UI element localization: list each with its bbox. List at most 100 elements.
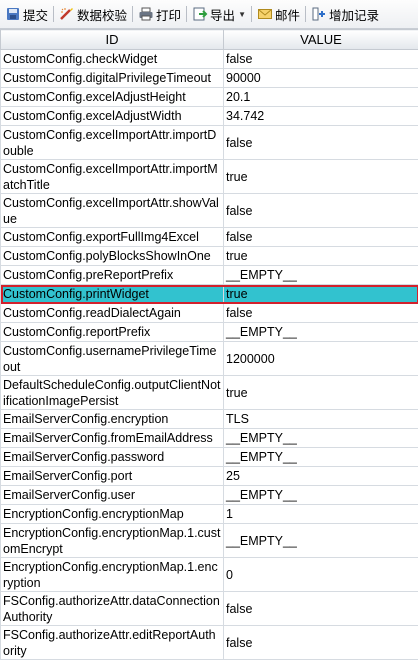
print-label: 打印 [156,8,182,23]
toolbar: 提交 数据校验 打印 导出 ▼ 邮件 增加记录 [0,0,418,29]
table-row[interactable]: EncryptionConfig.encryptionMap.1.encrypt… [0,557,418,592]
table-row[interactable]: CustomConfig.checkWidget false [0,49,418,69]
cell-value[interactable]: false [223,49,418,69]
table-row[interactable]: CustomConfig.excelImportAttr.importMatch… [0,159,418,194]
cell-id[interactable]: EncryptionConfig.encryptionMap.1.customE… [0,523,224,558]
table-row[interactable]: CustomConfig.digitalPrivilegeTimeout 9000… [0,68,418,88]
export-button[interactable]: 导出 ▼ [189,3,249,25]
table-row[interactable]: EncryptionConfig.encryptionMap.1.customE… [0,523,418,558]
cell-value[interactable]: __EMPTY__ [223,485,418,505]
toolbar-separator [132,6,134,22]
cell-value[interactable]: 1 [223,504,418,524]
cell-id[interactable]: DefaultScheduleConfig.outputClientNotifi… [0,375,224,410]
cell-value[interactable]: 1200000 [223,341,418,376]
table-row[interactable]: EmailServerConfig.port 25 [0,466,418,486]
cell-id[interactable]: CustomConfig.reportPrefix [0,322,224,342]
cell-id[interactable]: EncryptionConfig.encryptionMap.1.encrypt… [0,557,224,592]
cell-value[interactable]: false [223,625,418,660]
cell-value[interactable]: __EMPTY__ [223,265,418,285]
table-row[interactable]: CustomConfig.excelAdjustHeight 20.1 [0,87,418,107]
cell-id[interactable]: FSConfig.authorizeAttr.editReportAuthori… [0,625,224,660]
cell-value[interactable]: 90000 [223,68,418,88]
table-row[interactable]: EmailServerConfig.fromEmailAddress __EMPT… [0,428,418,448]
cell-value[interactable]: 25 [223,466,418,486]
submit-button[interactable]: 提交 [2,3,51,25]
table-row[interactable]: CustomConfig.usernamePrivilegeTimeout 120… [0,341,418,376]
validate-icon [59,6,75,22]
table-row[interactable]: FSConfig.authorizeAttr.dataConnectionAut… [0,591,418,626]
submit-icon [5,6,21,22]
cell-id[interactable]: EmailServerConfig.user [0,485,224,505]
cell-value[interactable]: false [223,303,418,323]
table-row[interactable]: CustomConfig.polyBlocksShowInOne true [0,246,418,266]
cell-id[interactable]: CustomConfig.printWidget [0,284,224,304]
table-row[interactable]: DefaultScheduleConfig.outputClientNotifi… [0,375,418,410]
cell-value[interactable]: true [223,284,418,304]
validate-button[interactable]: 数据校验 [56,3,130,25]
cell-id[interactable]: CustomConfig.usernamePrivilegeTimeout [0,341,224,376]
print-button[interactable]: 打印 [135,3,184,25]
cell-value[interactable]: 0 [223,557,418,592]
cell-id[interactable]: CustomConfig.polyBlocksShowInOne [0,246,224,266]
cell-value[interactable]: 34.742 [223,106,418,126]
toolbar-separator [53,6,55,22]
validate-label: 数据校验 [77,8,128,23]
cell-id[interactable]: CustomConfig.excelImportAttr.showValue [0,193,224,228]
table-row[interactable]: CustomConfig.reportPrefix __EMPTY__ [0,322,418,342]
table-row[interactable]: EmailServerConfig.user __EMPTY__ [0,485,418,505]
add-record-button[interactable]: 增加记录 [308,3,382,25]
table-row[interactable]: CustomConfig.excelImportAttr.showValue fa… [0,193,418,228]
table-row[interactable]: CustomConfig.excelAdjustWidth 34.742 [0,106,418,126]
cell-id[interactable]: CustomConfig.readDialectAgain [0,303,224,323]
cell-value[interactable]: __EMPTY__ [223,428,418,448]
toolbar-separator [250,6,252,22]
cell-value[interactable]: __EMPTY__ [223,523,418,558]
cell-value[interactable]: false [223,227,418,247]
cell-value[interactable]: true [223,159,418,194]
cell-value[interactable]: false [223,125,418,160]
table-row[interactable]: EncryptionConfig.encryptionMap 1 [0,504,418,524]
cell-id[interactable]: EmailServerConfig.port [0,466,224,486]
export-label: 导出 [210,8,236,23]
cell-id[interactable]: CustomConfig.excelImportAttr.importDoubl… [0,125,224,160]
cell-id[interactable]: CustomConfig.preReportPrefix [0,265,224,285]
table-row[interactable]: EmailServerConfig.encryption TLS [0,409,418,429]
table-row[interactable]: CustomConfig.excelImportAttr.importDoubl… [0,125,418,160]
cell-id[interactable]: EmailServerConfig.fromEmailAddress [0,428,224,448]
cell-value[interactable]: TLS [223,409,418,429]
cell-id[interactable]: EmailServerConfig.password [0,447,224,467]
column-header-id[interactable]: ID [0,29,224,50]
table-row[interactable]: EmailServerConfig.password __EMPTY__ [0,447,418,467]
cell-id[interactable]: EmailServerConfig.encryption [0,409,224,429]
mail-button[interactable]: 邮件 [254,3,303,25]
cell-value[interactable]: __EMPTY__ [223,322,418,342]
cell-id[interactable]: CustomConfig.excelAdjustWidth [0,106,224,126]
cell-value[interactable]: false [223,193,418,228]
cell-value[interactable]: true [223,246,418,266]
add-record-icon [311,6,327,22]
cell-id[interactable]: CustomConfig.excelImportAttr.importMatch… [0,159,224,194]
config-table: ID VALUE CustomConfig.checkWidget false Cu… [0,29,418,660]
cell-id[interactable]: CustomConfig.checkWidget [0,49,224,69]
table-row[interactable]: CustomConfig.preReportPrefix __EMPTY__ [0,265,418,285]
cell-id[interactable]: CustomConfig.excelAdjustHeight [0,87,224,107]
cell-id[interactable]: EncryptionConfig.encryptionMap [0,504,224,524]
cell-id[interactable]: CustomConfig.digitalPrivilegeTimeout [0,68,224,88]
cell-value[interactable]: false [223,591,418,626]
cell-value[interactable]: true [223,375,418,410]
table-row[interactable]: CustomConfig.readDialectAgain false [0,303,418,323]
printer-icon [138,6,154,22]
mail-label: 邮件 [274,8,300,23]
table-body: CustomConfig.checkWidget false CustomConfi… [0,49,418,660]
table-row[interactable]: CustomConfig.exportFullImg4Excel false [0,227,418,247]
cell-value[interactable]: __EMPTY__ [223,447,418,467]
chevron-down-icon[interactable]: ▼ [238,10,246,19]
column-header-value[interactable]: VALUE [223,29,418,50]
export-icon [192,6,208,22]
table-row[interactable]: CustomConfig.printWidget true [0,284,418,304]
table-row[interactable]: FSConfig.authorizeAttr.editReportAuthori… [0,625,418,660]
submit-label: 提交 [23,8,49,23]
cell-id[interactable]: FSConfig.authorizeAttr.dataConnectionAut… [0,591,224,626]
cell-value[interactable]: 20.1 [223,87,418,107]
cell-id[interactable]: CustomConfig.exportFullImg4Excel [0,227,224,247]
